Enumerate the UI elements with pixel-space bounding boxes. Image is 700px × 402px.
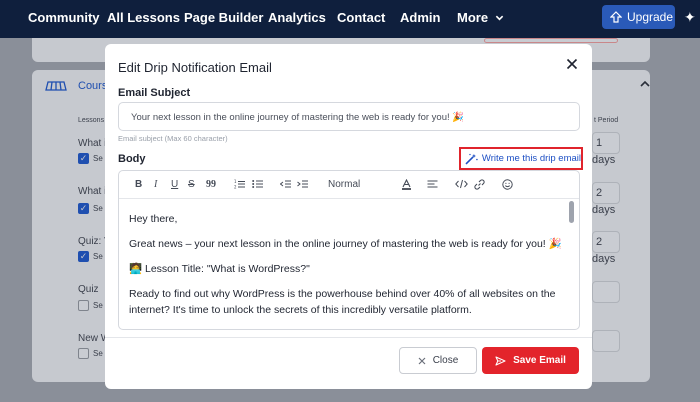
chevron-down-icon <box>495 15 503 21</box>
top-navigation: Community All Lessons Page Builder Analy… <box>0 0 700 38</box>
code-icon[interactable] <box>455 179 468 193</box>
blockquote-icon[interactable]: 99 <box>206 179 216 191</box>
send-label: Se <box>93 349 103 358</box>
nav-more[interactable]: More <box>457 10 504 25</box>
text-color-icon[interactable] <box>401 178 412 194</box>
close-button-label: Close <box>432 355 459 366</box>
scrollbar-thumb[interactable] <box>569 201 574 223</box>
modal-title: Edit Drip Notification Email <box>118 60 272 75</box>
upgrade-button[interactable]: Upgrade <box>602 5 675 29</box>
upgrade-arrow-icon <box>610 11 622 23</box>
outdent-icon[interactable] <box>279 179 291 193</box>
period-input[interactable]: 1 <box>592 132 620 154</box>
send-checkbox[interactable] <box>78 348 89 359</box>
email-subject-input[interactable]: Your next lesson in the online journey o… <box>118 102 580 131</box>
body-paragraph: Ready to find out why WordPress is the p… <box>129 288 556 316</box>
indent-icon[interactable] <box>297 179 308 193</box>
send-label: Se <box>93 301 103 310</box>
send-checkbox[interactable]: ✓ <box>78 251 89 262</box>
editor-scrollbar[interactable] <box>569 201 575 325</box>
format-select[interactable]: Normal <box>328 179 360 191</box>
close-icon[interactable] <box>564 56 580 72</box>
write-drip-email-label: Write me this drip email <box>481 153 581 164</box>
column-lessons-header: Lessons <box>78 117 105 124</box>
ordered-list-icon[interactable]: 12 <box>234 179 245 193</box>
nav-community[interactable]: Community <box>28 10 100 25</box>
course-icon <box>45 81 67 91</box>
underline-icon[interactable]: U <box>171 179 178 191</box>
lesson-row-title: What i <box>78 138 107 149</box>
period-input[interactable] <box>592 281 620 303</box>
period-input[interactable]: 2 <box>592 231 620 253</box>
send-label: Se <box>93 154 103 163</box>
body-paragraph: Great news – your next lesson in the onl… <box>129 238 562 250</box>
nav-contact[interactable]: Contact <box>337 10 385 25</box>
align-icon[interactable] <box>427 179 438 193</box>
body-label: Body <box>118 153 146 165</box>
editor-toolbar: B I U S 99 12 Normal <box>119 171 579 199</box>
send-checkbox[interactable] <box>78 300 89 311</box>
bullet-list-icon[interactable] <box>252 179 263 193</box>
period-input[interactable] <box>592 330 620 352</box>
close-icon <box>418 357 426 364</box>
body-paragraph: Hey there, <box>129 213 178 225</box>
send-label: Se <box>93 252 103 261</box>
period-unit: days <box>592 204 616 216</box>
course-title: Cours <box>78 80 108 92</box>
send-checkbox[interactable]: ✓ <box>78 153 89 164</box>
lesson-row-title: What i <box>78 186 107 197</box>
save-email-button[interactable]: Save Email <box>482 347 579 374</box>
upgrade-label: Upgrade <box>627 10 674 24</box>
nav-analytics[interactable]: Analytics <box>268 10 326 25</box>
body-paragraph: 🧑‍💻 Lesson Title: "What is WordPress?" <box>129 263 310 275</box>
email-body-editor[interactable]: B I U S 99 12 Normal Hey there, Great ne… <box>118 170 580 330</box>
period-unit: days <box>592 154 616 166</box>
period-unit: days <box>592 253 616 265</box>
italic-icon[interactable]: I <box>154 179 157 191</box>
email-body-content[interactable]: Hey there, Great news – your next lesson… <box>129 211 569 327</box>
nav-all-lessons[interactable]: All Lessons <box>107 10 180 25</box>
save-email-label: Save Email <box>513 355 566 366</box>
chevron-up-icon[interactable] <box>640 80 650 88</box>
subject-helper-text: Email subject (Max 60 character) <box>118 134 228 143</box>
footer-divider <box>105 337 592 338</box>
link-icon[interactable] <box>474 179 485 194</box>
svg-text:2: 2 <box>234 185 237 190</box>
close-button[interactable]: Close <box>399 347 477 374</box>
email-subject-label: Email Subject <box>118 87 191 99</box>
strikethrough-icon[interactable]: S <box>188 179 195 191</box>
bold-icon[interactable]: B <box>135 179 142 191</box>
svg-text:1: 1 <box>234 179 237 184</box>
send-checkbox[interactable]: ✓ <box>78 203 89 214</box>
edit-drip-email-modal: Edit Drip Notification Email Email Subje… <box>105 44 592 389</box>
lesson-row-title: Quiz <box>78 284 99 295</box>
send-label: Se <box>93 204 103 213</box>
write-drip-email-button[interactable]: Write me this drip email <box>459 147 583 170</box>
send-icon <box>495 355 506 366</box>
emoji-icon[interactable] <box>502 179 513 194</box>
magic-wand-icon <box>465 153 478 165</box>
nav-admin[interactable]: Admin <box>400 10 440 25</box>
period-input[interactable]: 2 <box>592 182 620 204</box>
magic-wand-icon[interactable]: ✦ <box>684 9 696 26</box>
column-period-header: t Period <box>594 117 619 124</box>
nav-more-label: More <box>457 10 489 25</box>
nav-page-builder[interactable]: Page Builder <box>184 10 263 25</box>
background-field <box>484 38 618 43</box>
